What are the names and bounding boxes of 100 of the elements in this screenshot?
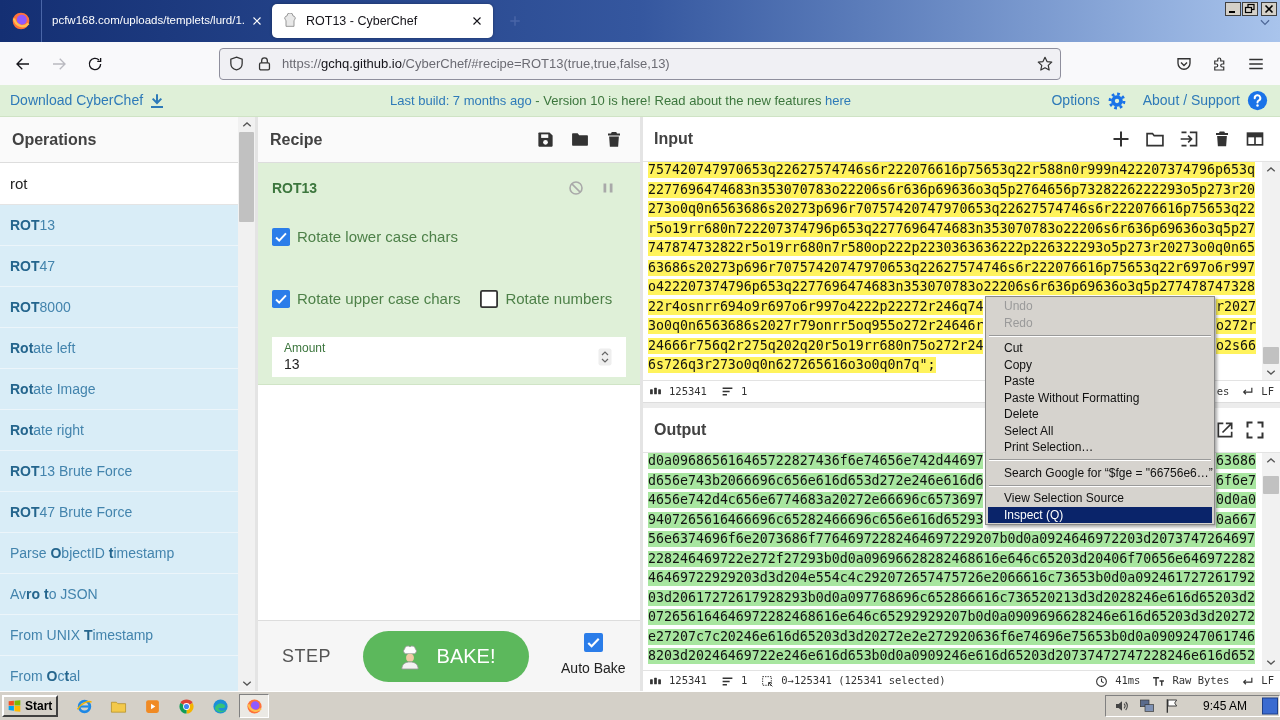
browser-logo-icon[interactable] <box>10 11 31 31</box>
scrollbar-thumb[interactable] <box>1263 347 1279 364</box>
about-link[interactable]: About / Support <box>1142 90 1268 111</box>
encoding-label: es <box>1216 383 1230 399</box>
checkbox[interactable] <box>272 290 290 308</box>
download-link[interactable]: Download CyberChef <box>10 90 166 111</box>
minimize-icon[interactable] <box>1225 2 1241 16</box>
scroll-down-icon[interactable] <box>1266 367 1276 377</box>
checkbox[interactable] <box>272 228 290 246</box>
operation-item[interactable]: Rotate Image <box>0 369 238 410</box>
fullscreen-icon[interactable] <box>1245 420 1265 440</box>
output-text: 46469722929203d3d204e554c4c292072657475726e2066616c73653b0d0a092461727261792 <box>648 570 1255 586</box>
scroll-up-icon[interactable] <box>1266 165 1276 175</box>
input-text: 6s726q3r273o0q0n627265616o3o0q0n7q"; <box>648 357 936 373</box>
output-text: 8203d20246469722e246e616d653b0d0a0909246e616d65203d20737472747228246e616d652 <box>648 648 1255 664</box>
scroll-up-icon[interactable] <box>1266 456 1276 466</box>
checkbox[interactable] <box>480 290 499 308</box>
box-arrow-icon[interactable] <box>1215 420 1235 440</box>
clock-time: 9:45 AM <box>1202 698 1247 715</box>
browser-tab[interactable]: ROT13 - CyberChef <box>272 4 493 38</box>
scroll-down-icon[interactable] <box>241 678 252 688</box>
scrollbar[interactable] <box>238 117 255 691</box>
menu-item[interactable]: Cut <box>988 340 1212 357</box>
scrollbar-thumb[interactable] <box>1263 476 1279 494</box>
output-text: d656e743b2066696c656e616d653d272e246e616d6 <box>648 472 984 489</box>
character-count: 125341 <box>669 383 707 399</box>
encoding-label: Raw Bytes <box>1172 673 1230 689</box>
network-icon[interactable] <box>1138 698 1155 714</box>
operation-item[interactable]: Avro to JSON <box>0 574 238 615</box>
scroll-down-icon[interactable] <box>1266 657 1276 667</box>
chef-hat-icon <box>282 13 298 29</box>
import-icon[interactable] <box>1179 129 1199 149</box>
url-text: https://gchq.github.io/CyberChef/#recipe=ROT13(true,true,false,13) <box>282 54 670 73</box>
operation-item[interactable]: ROT47 <box>0 246 238 287</box>
lock-icon[interactable] <box>256 55 273 72</box>
line-count: 1 <box>740 673 748 689</box>
browser-tab[interactable]: pcfw168.com/uploads/templets/lurd/1. <box>42 4 272 38</box>
windows-flag-icon <box>7 699 22 713</box>
menu-item[interactable]: View Selection Source <box>988 490 1212 507</box>
menu-item[interactable]: Delete <box>988 406 1212 423</box>
layout-icon[interactable] <box>1245 129 1265 149</box>
menu-item[interactable]: Inspect (Q) <box>988 506 1212 523</box>
input-text: 63686s20273p696r70757420747970653q22627574746s6r222076616p75653q22r697o6r997 <box>648 259 1255 276</box>
input-text: o422207374796p653q2277696474683n353070783o22206s6r636p69636o3q5p277478747328 <box>648 279 1255 295</box>
close-icon[interactable] <box>1261 2 1277 16</box>
restore-icon[interactable] <box>1242 2 1258 16</box>
input-text: o2s66 <box>1216 337 1256 354</box>
menu-item[interactable]: Copy <box>988 356 1212 373</box>
operation-item[interactable]: ROT47 Brute Force <box>0 492 238 533</box>
panel-title: Recipe <box>270 129 323 150</box>
step-button[interactable]: STEP <box>282 642 331 670</box>
operation-item[interactable]: From Octal <box>0 656 238 691</box>
scrollbar[interactable] <box>1262 162 1280 380</box>
menu-item[interactable]: Search Google for “$fge = "66756e6…” <box>988 464 1212 481</box>
output-text: 63686 <box>1216 453 1256 469</box>
menu-item[interactable]: Paste Without Formatting <box>988 389 1212 406</box>
close-icon[interactable] <box>471 15 483 27</box>
operation-item[interactable]: ROT13 <box>0 205 238 246</box>
browser-icon <box>177 697 195 715</box>
scrollbar[interactable] <box>1262 453 1280 670</box>
gear-icon <box>1106 90 1127 111</box>
checkbox[interactable] <box>583 633 603 652</box>
folder-icon[interactable] <box>570 130 590 149</box>
here-link[interactable]: here <box>825 92 852 108</box>
selection-icon <box>761 674 775 688</box>
trash-icon[interactable] <box>1213 129 1231 149</box>
operation-item[interactable]: ROT13 Brute Force <box>0 451 238 492</box>
operation-item[interactable]: From UNIX Timestamp <box>0 615 238 656</box>
taskbar-button[interactable] <box>239 694 269 718</box>
menu-item[interactable]: Paste <box>988 373 1212 390</box>
show-desktop-icon[interactable] <box>1262 697 1278 715</box>
menu-item[interactable]: Print Selection… <box>988 439 1212 456</box>
operation-item[interactable]: Parse ObjectID timestamp <box>0 533 238 574</box>
play-icon <box>143 697 161 715</box>
close-icon[interactable] <box>251 15 264 27</box>
amount-field[interactable]: Amount 13 <box>272 337 626 377</box>
menu-item[interactable]: Select All <box>988 422 1212 439</box>
shield-icon[interactable] <box>228 55 245 72</box>
line-ending: LF <box>1261 383 1274 399</box>
save-icon[interactable] <box>536 130 555 149</box>
output-text: 56e6374696f6e2073686f77646972282464697229207b0d0a0924646972203d2073747264697 <box>648 531 1255 547</box>
options-link[interactable]: Options <box>1051 90 1127 111</box>
panel-title: Output <box>654 420 707 440</box>
input-text: 24666r756q2r275q202q20r5o19rr680n75o272r24 <box>648 337 984 354</box>
input-text: 22r4osnrr694o9r697o6r997o4222p22272r246q74 <box>648 298 984 315</box>
output-text: 228246469722e272f27293b0d0a09696628282468616e646c65203d20406f70656e646972282 <box>648 550 1255 567</box>
trash-icon[interactable] <box>605 130 623 149</box>
address-bar[interactable]: https://gchq.github.io/CyberChef/#recipe=ROT13(true,true,false,13) <box>219 47 1061 80</box>
stepper-icon[interactable] <box>598 348 612 366</box>
download-icon <box>149 92 166 109</box>
scrollbar-thumb[interactable] <box>239 132 254 222</box>
operation-item[interactable]: Rotate right <box>0 410 238 451</box>
checkbox-label: Rotate numbers <box>505 288 613 309</box>
plus-icon[interactable] <box>1111 129 1131 149</box>
operation-item[interactable]: Rotate left <box>0 328 238 369</box>
star-icon[interactable] <box>1036 54 1054 73</box>
scroll-up-icon[interactable] <box>241 120 252 130</box>
operation-item[interactable]: ROT8000 <box>0 287 238 328</box>
input-text: r5o19rr680n722207374796p653q2277696474683n353070783o22206s6r636p69636o3q5p27 <box>648 220 1255 237</box>
start-button[interactable]: Start <box>2 695 58 717</box>
